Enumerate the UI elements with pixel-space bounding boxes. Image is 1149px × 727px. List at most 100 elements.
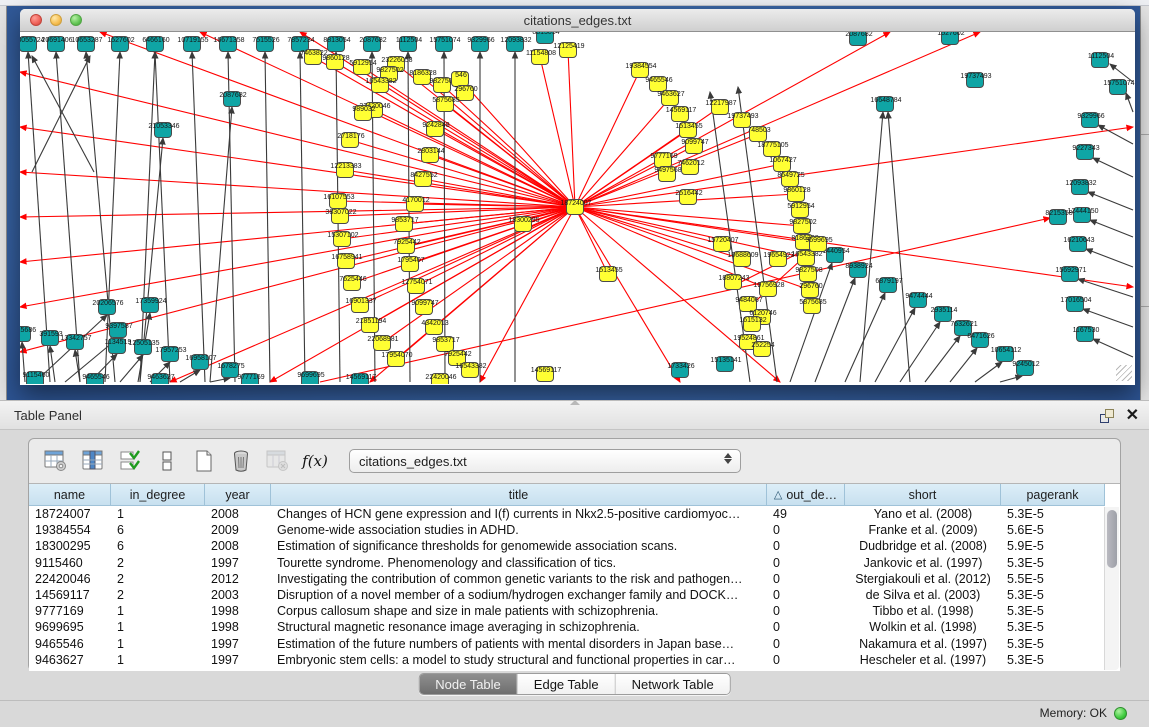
graph-node[interactable]: 18807243 xyxy=(718,275,749,290)
table-cell[interactable]: 5.6E-5 xyxy=(1001,522,1105,538)
table-cell[interactable]: 9115460 xyxy=(29,555,111,571)
table-cell[interactable]: 2003 xyxy=(205,587,271,603)
window-resize-grip[interactable] xyxy=(1116,365,1132,381)
graph-node[interactable]: 252254 xyxy=(751,342,774,357)
table-cell[interactable]: 1997 xyxy=(205,555,271,571)
window-titlebar[interactable]: citations_edges.txt xyxy=(20,9,1135,32)
table-cell[interactable]: 9463627 xyxy=(29,652,111,668)
table-cell[interactable]: 14569117 xyxy=(29,587,111,603)
graph-node[interactable]: 20691406 xyxy=(41,37,72,52)
graph-edge[interactable] xyxy=(210,107,232,382)
graph-edge[interactable] xyxy=(1090,220,1133,237)
table-cell[interactable]: 5.3E-5 xyxy=(1001,587,1105,603)
column-header-pagerank[interactable]: pagerank xyxy=(1001,484,1105,506)
table-cell[interactable]: Hescheler et al. (1997) xyxy=(845,652,1001,668)
graph-node[interactable]: 22068981 xyxy=(367,336,398,351)
table-cell[interactable]: 0 xyxy=(767,619,845,635)
function-builder-icon[interactable]: f(x) xyxy=(302,448,328,474)
table-cell[interactable]: 18300295 xyxy=(29,538,111,554)
table-cell[interactable]: 1998 xyxy=(205,603,271,619)
graph-node[interactable]: 1115686 xyxy=(20,327,36,342)
graph-node[interactable]: 10719155 xyxy=(177,37,208,52)
table-row[interactable]: 969969511998Structural magnetic resonanc… xyxy=(29,619,1120,635)
graph-edge[interactable] xyxy=(575,207,806,258)
graph-node[interactable]: 1112504 xyxy=(396,37,422,52)
graph-edge[interactable] xyxy=(845,293,885,382)
graph-node[interactable]: 9777169 xyxy=(237,374,264,385)
table-cell[interactable]: 2008 xyxy=(205,506,271,522)
table-cell[interactable]: 5.3E-5 xyxy=(1001,619,1105,635)
table-cell[interactable]: 5.3E-5 xyxy=(1001,652,1105,668)
scrollbar-thumb[interactable] xyxy=(1107,510,1117,568)
table-cell[interactable]: Stergiakouli et al. (2012) xyxy=(845,571,1001,587)
graph-edge[interactable] xyxy=(975,362,1002,382)
table-cell[interactable]: Embryonic stem cells: a model to study s… xyxy=(271,652,767,668)
graph-node[interactable]: 15751074 xyxy=(429,37,460,52)
column-header-outde[interactable]: △out_de… xyxy=(767,484,845,506)
graph-edge[interactable] xyxy=(575,70,640,207)
delete-table-icon[interactable] xyxy=(228,448,254,474)
graph-node[interactable]: 6466160 xyxy=(142,37,169,52)
graph-node[interactable]: 16543382 xyxy=(455,363,486,378)
table-cell[interactable]: Estimation of the future numbers of pati… xyxy=(271,636,767,652)
graph-node[interactable]: 13342757 xyxy=(60,335,91,350)
graph-node[interactable]: 17957253 xyxy=(155,347,186,362)
graph-node[interactable]: 16648784 xyxy=(870,97,901,112)
graph-node[interactable]: 546 xyxy=(452,72,469,87)
graph-node[interactable]: 9329966 xyxy=(1077,113,1104,128)
table-cell[interactable]: 1 xyxy=(111,652,205,668)
table-cell[interactable]: Dudbridge et al. (2008) xyxy=(845,538,1001,554)
graph-node[interactable]: 748503 xyxy=(747,127,770,142)
table-cell[interactable]: 0 xyxy=(767,555,845,571)
merge-cells-icon[interactable] xyxy=(154,448,180,474)
table-cell[interactable]: Jankovic et al. (1997) xyxy=(845,555,1001,571)
table-cell[interactable]: Wolkin et al. (1998) xyxy=(845,619,1001,635)
table-cell[interactable]: Changes of HCN gene expression and I(f) … xyxy=(271,506,767,522)
graph-edge[interactable] xyxy=(155,52,170,382)
graph-edge[interactable] xyxy=(120,355,143,382)
table-cell[interactable]: 0 xyxy=(767,587,845,603)
graph-node[interactable]: 8649725 xyxy=(777,172,804,187)
graph-node[interactable]: 14569117 xyxy=(666,107,697,122)
table-cell[interactable]: 1998 xyxy=(205,619,271,635)
graph-edge[interactable] xyxy=(1126,93,1133,112)
table-cell[interactable]: 1997 xyxy=(205,636,271,652)
graph-node[interactable]: 9827508 xyxy=(795,267,822,282)
table-cell[interactable]: 18724007 xyxy=(29,506,111,522)
graph-edge[interactable] xyxy=(192,52,205,382)
graph-node[interactable]: 20206576 xyxy=(92,300,123,315)
graph-node[interactable]: 2087682 xyxy=(219,92,246,107)
table-cell[interactable]: de Silva et al. (2003) xyxy=(845,587,1001,603)
graph-node[interactable]: 9397587 xyxy=(105,323,132,338)
table-cell[interactable]: 0 xyxy=(767,522,845,538)
graph-node[interactable]: 9463627 xyxy=(657,91,684,106)
graph-node[interactable]: 1733426 xyxy=(667,363,694,378)
table-cell[interactable]: 0 xyxy=(767,538,845,554)
graph-node[interactable]: 9329966 xyxy=(467,37,494,52)
graph-node[interactable]: 9115460 xyxy=(23,372,50,385)
graph-node[interactable]: 1527602 xyxy=(107,37,134,52)
graph-node[interactable]: 6879197 xyxy=(875,278,902,293)
graph-edge[interactable] xyxy=(1093,158,1133,177)
table-cell[interactable]: 0 xyxy=(767,652,845,668)
graph-node[interactable]: 17954070 xyxy=(381,352,412,367)
graph-node[interactable]: 17359924 xyxy=(135,298,166,313)
table-cell[interactable]: 1 xyxy=(111,603,205,619)
graph-node[interactable]: 5875685 xyxy=(432,97,459,112)
table-cell[interactable]: 9699695 xyxy=(29,619,111,635)
table-row[interactable]: 946554611997Estimation of the future num… xyxy=(29,636,1120,652)
select-rows-icon[interactable] xyxy=(117,448,143,474)
graph-node[interactable]: 9245012 xyxy=(1012,361,1039,376)
table-cell[interactable]: 5.9E-5 xyxy=(1001,538,1105,554)
table-cell[interactable]: 9777169 xyxy=(29,603,111,619)
graph-edge[interactable] xyxy=(925,336,960,382)
table-cell[interactable]: 0 xyxy=(767,571,845,587)
graph-edge[interactable] xyxy=(950,348,977,382)
graph-node[interactable]: 17016504 xyxy=(1060,297,1091,312)
graph-node[interactable]: 9827502 xyxy=(789,219,816,234)
table-cell[interactable]: 2 xyxy=(111,571,205,587)
graph-node[interactable]: 2718176 xyxy=(337,133,364,148)
table-cell[interactable]: 5.3E-5 xyxy=(1001,506,1105,522)
graph-node[interactable]: 7462012 xyxy=(677,160,704,175)
graph-node[interactable]: 15135141 xyxy=(710,357,741,372)
